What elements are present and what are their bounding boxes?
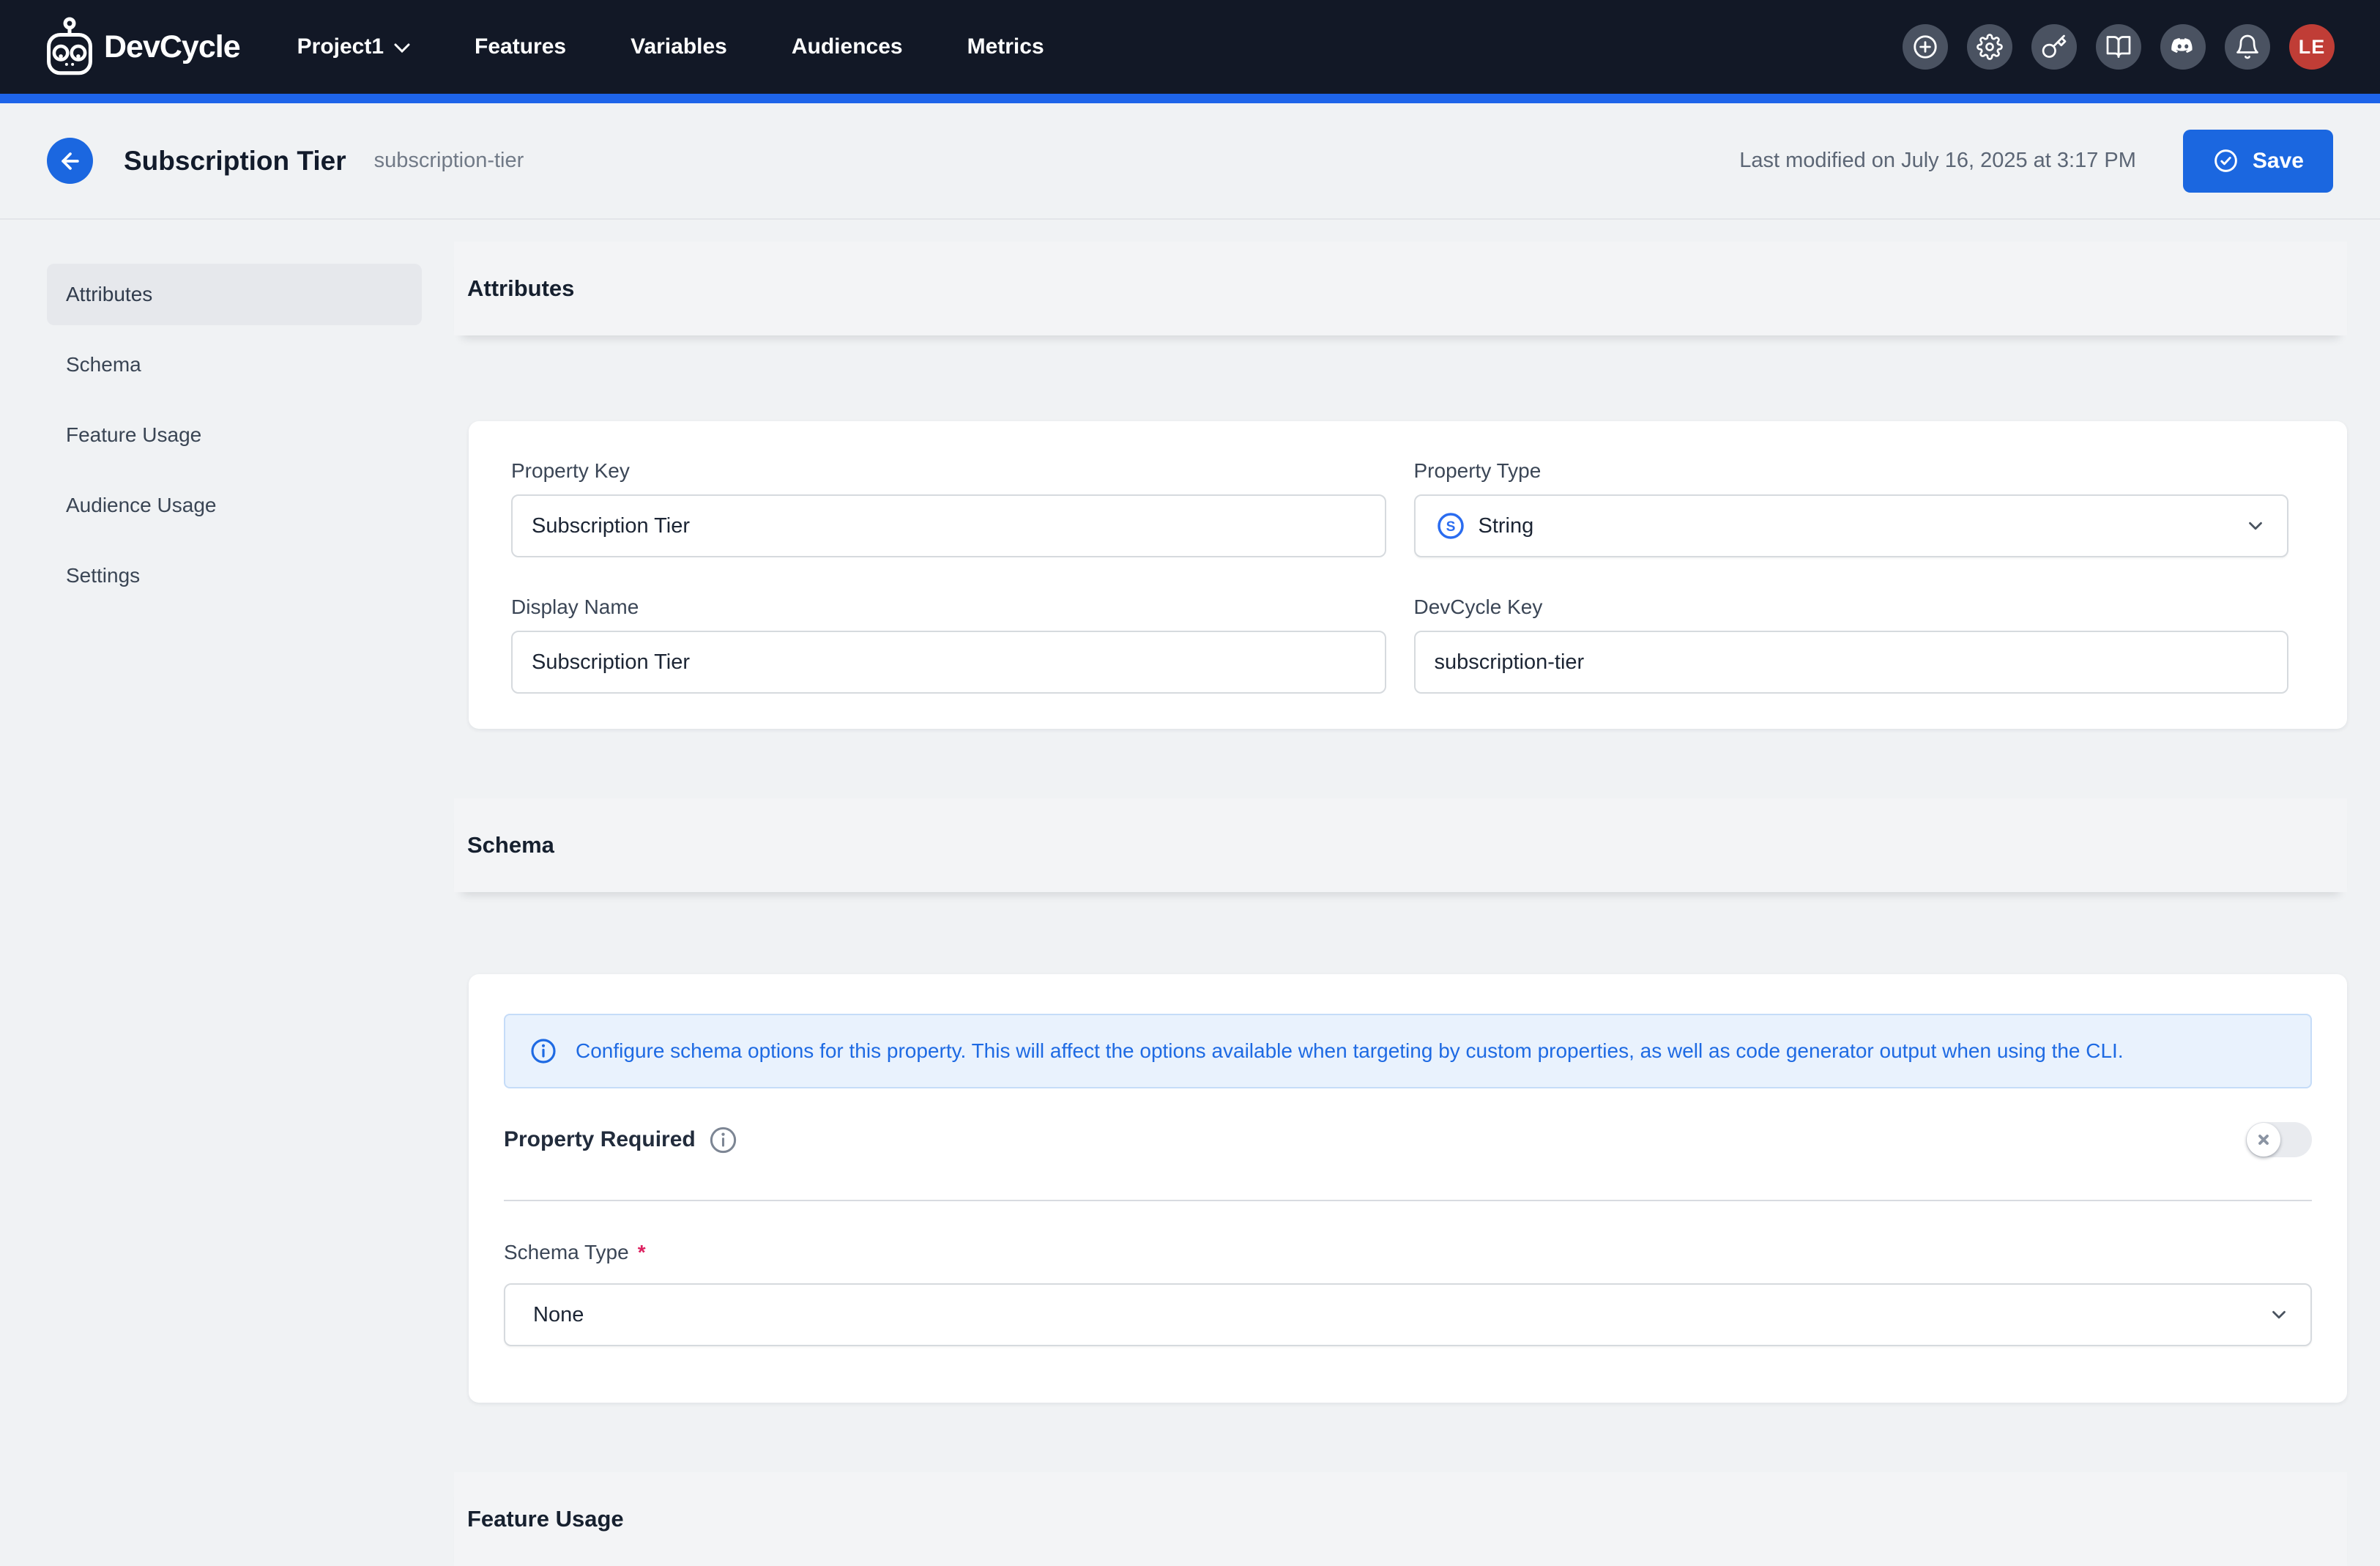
feature-usage-section-header: Feature Usage [454, 1472, 2347, 1566]
property-required-label-group: Property Required [504, 1124, 739, 1156]
save-button[interactable]: Save [2183, 130, 2333, 193]
x-icon [2256, 1132, 2271, 1147]
project-selector-label: Project1 [297, 34, 384, 59]
feature-usage-heading: Feature Usage [467, 1506, 624, 1532]
nav-item-audiences[interactable]: Audiences [792, 34, 903, 59]
schema-info-text: Configure schema options for this proper… [576, 1039, 2124, 1063]
devcycle-robot-icon [45, 16, 94, 78]
app-root: DevCycle Project1 Features Variables Aud… [0, 0, 2380, 1566]
save-button-label: Save [2253, 149, 2304, 174]
property-required-row: Property Required [504, 1122, 2312, 1157]
display-name-label: Display Name [511, 595, 1386, 619]
sidebar-item-settings[interactable]: Settings [47, 545, 422, 606]
required-asterisk: * [638, 1241, 646, 1264]
info-icon [529, 1036, 558, 1066]
svg-text:S: S [1446, 519, 1455, 535]
back-button[interactable] [47, 138, 93, 184]
notifications-button[interactable] [2225, 24, 2270, 70]
property-type-select[interactable]: S String [1414, 494, 2289, 557]
property-type-value: String [1479, 514, 1534, 538]
nav-item-variables[interactable]: Variables [631, 34, 727, 59]
property-key-field: Property Key [511, 459, 1386, 557]
section-sidebar: Attributes Schema Feature Usage Audience… [47, 264, 422, 615]
schema-section-header: Schema [454, 798, 2347, 892]
attributes-card: Property Key Property Type S String [469, 421, 2347, 729]
bell-icon [2234, 34, 2261, 60]
devcycle-key-label: DevCycle Key [1414, 595, 2289, 619]
page-title: Subscription Tier [124, 146, 346, 177]
nav-item-features[interactable]: Features [475, 34, 566, 59]
property-type-field: Property Type S String [1414, 459, 2289, 557]
attributes-heading: Attributes [467, 275, 574, 302]
devcycle-key-input[interactable] [1414, 631, 2289, 694]
sidebar-item-audience-usage[interactable]: Audience Usage [47, 475, 422, 536]
schema-info-banner: Configure schema options for this proper… [504, 1014, 2312, 1088]
schema-type-value: None [526, 1303, 584, 1327]
brand-name: DevCycle [104, 29, 240, 65]
discord-icon [2169, 33, 2197, 61]
schema-type-label-text: Schema Type [504, 1241, 629, 1264]
main-content: Attributes Property Key Property Type S … [454, 220, 2347, 1566]
page-key: subscription-tier [374, 149, 524, 173]
property-required-toggle[interactable] [2246, 1122, 2312, 1157]
chevron-down-icon [2268, 1304, 2290, 1326]
display-name-field: Display Name [511, 595, 1386, 694]
key-icon [2041, 34, 2067, 60]
user-avatar[interactable]: LE [2289, 24, 2335, 70]
string-type-icon: S [1436, 511, 1465, 541]
attributes-section-header: Attributes [454, 242, 2347, 335]
check-circle-icon [2212, 147, 2239, 174]
property-key-input[interactable] [511, 494, 1386, 557]
property-key-label: Property Key [511, 459, 1386, 483]
nav-actions: LE [1903, 24, 2335, 70]
add-circle-icon [1911, 33, 1939, 61]
accent-bar [0, 94, 2380, 103]
chevron-down-icon [2245, 515, 2266, 537]
property-required-label: Property Required [504, 1127, 696, 1152]
schema-heading: Schema [467, 832, 554, 858]
devcycle-key-field: DevCycle Key [1414, 595, 2289, 694]
schema-type-select[interactable]: None [504, 1283, 2312, 1346]
info-icon[interactable] [707, 1124, 739, 1156]
display-name-input[interactable] [511, 631, 1386, 694]
settings-button[interactable] [1967, 24, 2012, 70]
schema-card: Configure schema options for this proper… [469, 974, 2347, 1403]
devcycle-logo[interactable]: DevCycle [45, 16, 240, 78]
toggle-knob [2247, 1123, 2280, 1157]
add-button[interactable] [1903, 24, 1948, 70]
nav-menu: Project1 Features Variables Audiences Me… [297, 34, 1044, 59]
schema-type-label: Schema Type * [504, 1241, 2312, 1264]
book-open-icon [2105, 34, 2132, 60]
page-header: Subscription Tier subscription-tier Last… [0, 103, 2380, 220]
top-navigation-bar: DevCycle Project1 Features Variables Aud… [0, 0, 2380, 94]
arrow-left-icon [58, 149, 83, 174]
sidebar-item-feature-usage[interactable]: Feature Usage [47, 404, 422, 466]
divider [504, 1200, 2312, 1201]
api-keys-button[interactable] [2031, 24, 2077, 70]
property-type-label: Property Type [1414, 459, 2289, 483]
discord-button[interactable] [2160, 24, 2206, 70]
sidebar-item-attributes[interactable]: Attributes [47, 264, 422, 325]
chevron-down-icon [394, 43, 410, 53]
nav-item-metrics[interactable]: Metrics [967, 34, 1044, 59]
gear-icon [1976, 34, 2003, 60]
sidebar-item-schema[interactable]: Schema [47, 334, 422, 396]
project-selector[interactable]: Project1 [297, 34, 410, 59]
last-modified-text: Last modified on July 16, 2025 at 3:17 P… [1739, 149, 2136, 173]
documentation-button[interactable] [2096, 24, 2141, 70]
